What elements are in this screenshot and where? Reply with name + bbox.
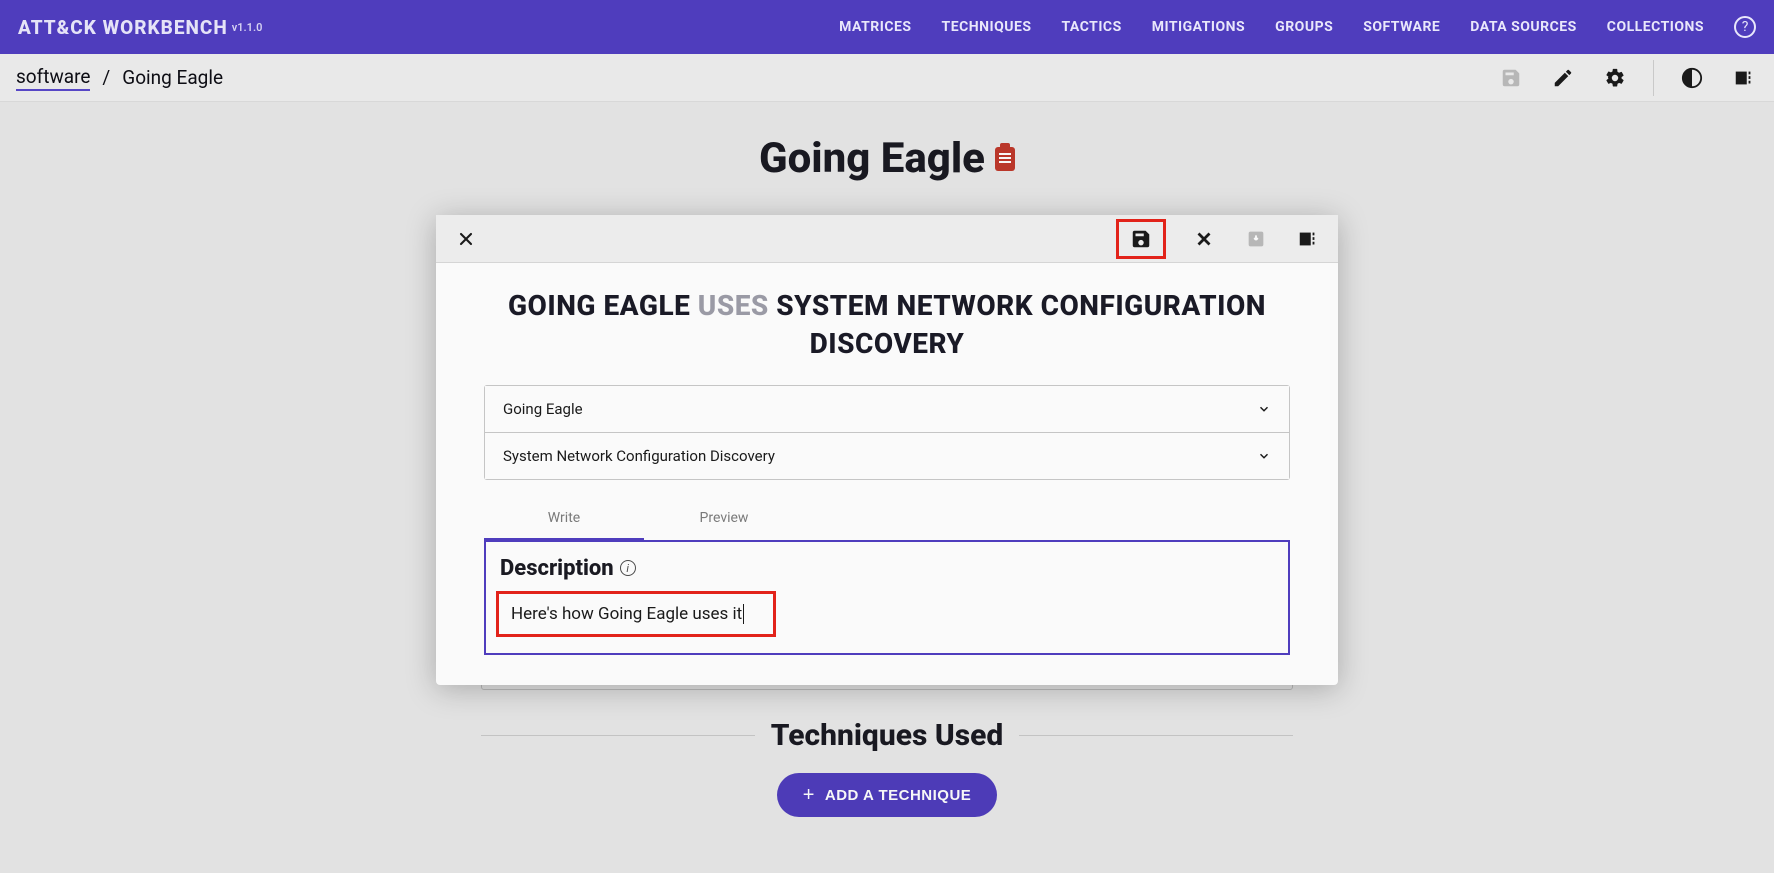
info-icon[interactable]: i <box>620 560 636 576</box>
page-title-text: Going Eagle <box>759 134 985 183</box>
subbar-actions <box>1497 60 1758 96</box>
relationship-modal: GOING EAGLE USES SYSTEM NETWORK CONFIGUR… <box>436 215 1338 685</box>
source-select-value: Going Eagle <box>503 400 583 418</box>
brand-version: v1.1.0 <box>232 21 263 34</box>
editor-tabs: Write Preview <box>484 498 1290 540</box>
techniques-heading: Techniques Used <box>771 718 1003 753</box>
invert-icon[interactable] <box>1678 64 1706 92</box>
save-icon[interactable] <box>1497 64 1525 92</box>
nav-mitigations[interactable]: MITIGATIONS <box>1152 19 1245 35</box>
modal-sidebar-icon[interactable] <box>1294 225 1322 253</box>
modal-title-target: SYSTEM NETWORK CONFIGURATION DISCOVERY <box>776 289 1266 360</box>
download-icon[interactable] <box>1242 225 1270 253</box>
text-cursor <box>743 604 744 624</box>
nav-data-sources[interactable]: DATA SOURCES <box>1470 19 1576 35</box>
modal-body: GOING EAGLE USES SYSTEM NETWORK CONFIGUR… <box>436 263 1338 685</box>
nav-software[interactable]: SOFTWARE <box>1363 19 1440 35</box>
highlight-save <box>1116 219 1166 259</box>
gear-icon[interactable] <box>1601 64 1629 92</box>
chevron-down-icon <box>1257 402 1271 416</box>
pencil-icon[interactable] <box>1549 64 1577 92</box>
target-select[interactable]: System Network Configuration Discovery <box>484 433 1290 480</box>
target-select-value: System Network Configuration Discovery <box>503 447 775 465</box>
help-icon[interactable]: ? <box>1734 16 1756 38</box>
clipboard-icon <box>995 147 1015 171</box>
description-input[interactable]: Here's how Going Eagle uses it <box>511 604 742 624</box>
techniques-heading-row: Techniques Used <box>481 718 1293 753</box>
tab-write[interactable]: Write <box>484 498 644 540</box>
source-select[interactable]: Going Eagle <box>484 385 1290 433</box>
add-technique-button[interactable]: + ADD A TECHNIQUE <box>777 773 998 817</box>
brand-name: ATT&CK WORKBENCH <box>18 16 228 39</box>
close-icon[interactable] <box>452 225 480 253</box>
nav-matrices[interactable]: MATRICES <box>839 19 911 35</box>
highlight-description: Here's how Going Eagle uses it <box>496 591 776 638</box>
sidebar-icon[interactable] <box>1730 64 1758 92</box>
chevron-down-icon <box>1257 449 1271 463</box>
nav-items: MATRICES TECHNIQUES TACTICS MITIGATIONS … <box>839 16 1756 38</box>
breadcrumb: software / Going Eagle <box>16 65 223 91</box>
breadcrumb-current: Going Eagle <box>122 66 223 89</box>
nav-techniques[interactable]: TECHNIQUES <box>942 19 1032 35</box>
tab-preview[interactable]: Preview <box>644 498 804 540</box>
page-title: Going Eagle <box>481 134 1293 183</box>
sub-toolbar: software / Going Eagle <box>0 54 1774 102</box>
breadcrumb-root[interactable]: software <box>16 65 90 91</box>
select-group: Going Eagle System Network Configuration… <box>484 385 1290 480</box>
modal-title-verb: USES <box>698 289 769 322</box>
nav-tactics[interactable]: TACTICS <box>1061 19 1121 35</box>
modal-actions <box>1116 219 1322 259</box>
add-technique-label: ADD A TECHNIQUE <box>825 787 971 804</box>
nav-collections[interactable]: COLLECTIONS <box>1607 19 1704 35</box>
nav-groups[interactable]: GROUPS <box>1275 19 1333 35</box>
subbar-divider <box>1653 60 1654 96</box>
tools-icon[interactable] <box>1190 225 1218 253</box>
plus-icon: + <box>803 785 815 805</box>
breadcrumb-sep: / <box>102 66 110 89</box>
top-nav: ATT&CK WORKBENCH v1.1.0 MATRICES TECHNIQ… <box>0 0 1774 54</box>
modal-save-icon[interactable] <box>1127 225 1155 253</box>
modal-title-actor: GOING EAGLE <box>508 289 690 322</box>
description-label: Description i <box>500 556 1274 581</box>
modal-title: GOING EAGLE USES SYSTEM NETWORK CONFIGUR… <box>484 287 1290 363</box>
description-editor[interactable]: Description i Here's how Going Eagle use… <box>484 540 1290 656</box>
modal-header <box>436 215 1338 263</box>
